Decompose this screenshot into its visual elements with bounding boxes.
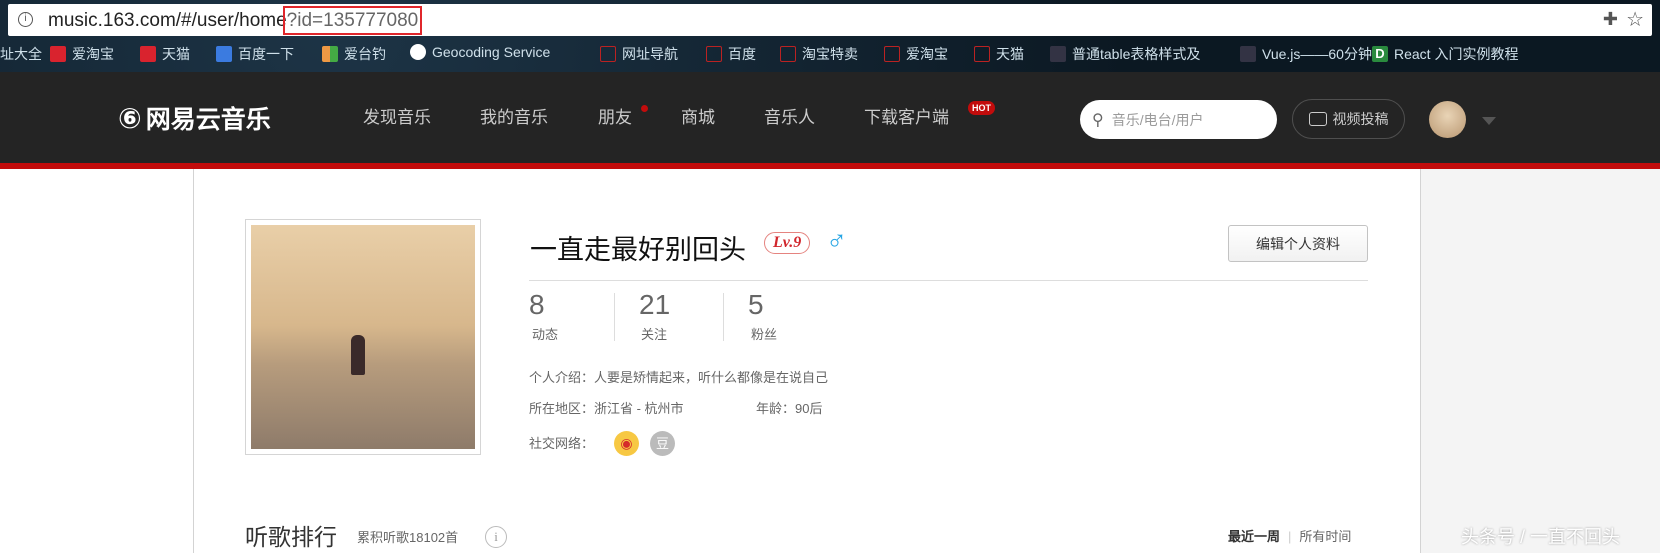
- url-query-highlighted: ?id=135777080: [282, 6, 423, 35]
- stat-fans-label[interactable]: 粉丝: [751, 324, 777, 343]
- caret-down-icon[interactable]: [1482, 117, 1496, 125]
- user-avatar[interactable]: [1429, 101, 1466, 138]
- url-text[interactable]: music.163.com/#/user/home?id=135777080: [48, 6, 423, 35]
- video-camera-icon: [1308, 112, 1327, 126]
- bookmark-11[interactable]: 普通table表格样式及: [1050, 44, 1200, 64]
- edit-profile-button[interactable]: 编辑个人资料: [1228, 225, 1368, 262]
- bookmark-1[interactable]: 爱淘宝: [50, 44, 114, 64]
- bookmark-9[interactable]: 爱淘宝: [884, 44, 948, 64]
- search-placeholder: 音乐/电台/用户: [1111, 111, 1204, 128]
- nav-musician[interactable]: 音乐人: [764, 103, 815, 128]
- bookmark-2[interactable]: 天猫: [140, 44, 190, 64]
- stat-fans-count[interactable]: 5: [748, 289, 764, 321]
- page-icon: [974, 46, 990, 62]
- bookmark-12[interactable]: Vue.js——60分钟快: [1240, 44, 1386, 64]
- douban-icon[interactable]: 豆: [650, 431, 675, 456]
- tab-all-time[interactable]: 所有时间: [1299, 529, 1351, 544]
- tmall-icon: [140, 46, 156, 62]
- page-icon: [884, 46, 900, 62]
- info-icon[interactable]: i: [18, 12, 33, 27]
- watermark: 头条号 / 一直不回头: [1461, 527, 1621, 547]
- nav-discover[interactable]: 发现音乐: [363, 103, 431, 128]
- site-icon: [1050, 46, 1066, 62]
- nav-download[interactable]: 下载客户端: [864, 103, 949, 128]
- ranking-tabs: 最近一周 | 所有时间: [1228, 529, 1352, 544]
- nav-store[interactable]: 商城: [681, 103, 715, 128]
- bookmark-0[interactable]: 址大全: [0, 44, 42, 64]
- bookmark-7[interactable]: 百度: [706, 44, 756, 64]
- level-badge[interactable]: Lv.9: [764, 232, 811, 254]
- info-icon[interactable]: i: [485, 526, 507, 548]
- intro: 个人介绍：人要是矫情起来，听什么都像是在说自己: [529, 370, 829, 385]
- ranking-title: 听歌排行: [245, 524, 337, 550]
- divider: [529, 280, 1368, 281]
- bookmark-4[interactable]: 爱台钓: [322, 44, 386, 64]
- hot-badge: HOT: [968, 101, 995, 115]
- baidu-icon: [216, 46, 232, 62]
- page-icon: [600, 46, 616, 62]
- page-icon: [780, 46, 796, 62]
- user-name: 一直走最好别回头: [530, 235, 746, 265]
- nav-my-music[interactable]: 我的音乐: [480, 103, 548, 128]
- stat-events-label[interactable]: 动态: [532, 324, 558, 343]
- bookmark-10[interactable]: 天猫: [974, 44, 1024, 64]
- age: 年龄：90后: [756, 401, 823, 416]
- taobao-icon: [50, 46, 66, 62]
- logo[interactable]: ⑥ 网易云音乐: [118, 100, 271, 136]
- video-upload-button[interactable]: 视频投稿: [1292, 99, 1405, 139]
- stat-divider: [614, 293, 615, 341]
- page-left-margin: [0, 169, 194, 553]
- page-icon: [706, 46, 722, 62]
- bookmark-8[interactable]: 淘宝特卖: [780, 44, 858, 64]
- region: 所在地区：浙江省 - 杭州市: [529, 401, 684, 416]
- bookmark-13[interactable]: D React 入门实例教程: [1372, 44, 1518, 64]
- netease-music-icon: ⑥: [118, 102, 142, 134]
- stat-follows-count[interactable]: 21: [639, 289, 670, 321]
- stat-events-count[interactable]: 8: [529, 289, 545, 321]
- address-bar[interactable]: i music.163.com/#/user/home?id=135777080…: [8, 4, 1652, 36]
- bookmark-3[interactable]: 百度一下: [216, 44, 294, 64]
- url-base: music.163.com/#/user/home: [48, 10, 287, 31]
- d-icon: D: [1372, 46, 1388, 62]
- aitaidiao-icon: [322, 46, 338, 62]
- search-icon: ⚲: [1092, 111, 1104, 129]
- accent-bar: [0, 163, 1660, 169]
- male-icon: ♂: [826, 224, 847, 255]
- stat-divider: [723, 293, 724, 341]
- bookmark-5[interactable]: Geocoding Service: [410, 44, 550, 60]
- nav-friends[interactable]: 朋友: [598, 103, 632, 128]
- site-icon: [1240, 46, 1256, 62]
- tab-recent-week[interactable]: 最近一周: [1228, 529, 1280, 544]
- ranking-count: 累积听歌18102首: [357, 530, 459, 545]
- search-input[interactable]: ⚲ 音乐/电台/用户: [1080, 100, 1277, 139]
- notification-dot: [641, 105, 648, 112]
- social-label: 社交网络：: [529, 436, 595, 451]
- profile-photo: [245, 219, 481, 455]
- extension-icon[interactable]: ✚: [1603, 9, 1618, 30]
- weibo-icon[interactable]: ◉: [614, 431, 639, 456]
- stat-follows-label[interactable]: 关注: [641, 324, 667, 343]
- google-icon: [410, 44, 426, 60]
- bookmark-star-icon[interactable]: ☆: [1626, 7, 1644, 32]
- page-right-margin: [1420, 169, 1660, 553]
- bookmark-6[interactable]: 网址导航: [600, 44, 678, 64]
